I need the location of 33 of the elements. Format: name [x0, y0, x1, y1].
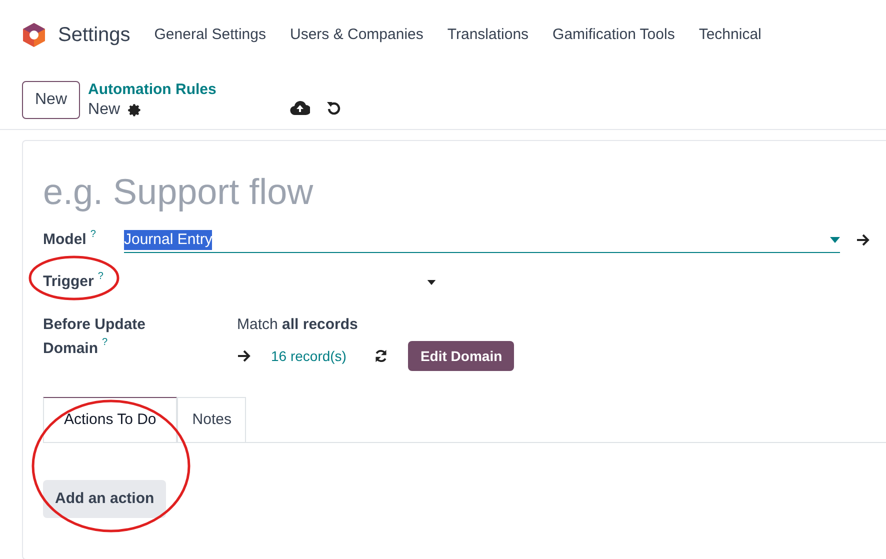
nav-menu-item[interactable]: Gamification Tools	[552, 24, 675, 46]
undo-icon[interactable]	[326, 100, 342, 116]
logo-icon	[22, 22, 46, 48]
help-tooltip-mark[interactable]: ?	[90, 228, 96, 241]
dropdown-caret-icon	[830, 236, 840, 242]
cloud-upload-icon[interactable]	[290, 100, 310, 116]
field-label: Before Update	[43, 315, 146, 335]
model-select-field[interactable]: Journal Entry	[124, 227, 840, 253]
new-button[interactable]: New	[22, 80, 80, 118]
form-tab[interactable]: Notes	[177, 397, 246, 442]
selected-model-text: Journal Entry	[124, 230, 212, 250]
help-tooltip-mark[interactable]: ?	[98, 270, 104, 283]
arrow-right-icon	[237, 350, 251, 362]
nav-menu-item[interactable]: Translations	[447, 24, 529, 46]
field-label: Domain	[43, 339, 98, 359]
edit-domain-button[interactable]: Edit Domain	[408, 341, 514, 371]
nav-menu-item[interactable]: Users & Companies	[290, 24, 424, 46]
settings-icon[interactable]	[128, 102, 142, 116]
add-action-button[interactable]: Add an action	[43, 480, 166, 518]
form-tab[interactable]: Actions To Do	[43, 397, 178, 442]
field-label: Trigger	[43, 272, 94, 292]
breadcrumb-link[interactable]: Automation Rules	[88, 80, 216, 100]
record-count-link[interactable]: 16 record(s)	[271, 346, 346, 366]
nav-menu-item[interactable]: General Settings	[154, 24, 266, 46]
help-tooltip-mark[interactable]: ?	[102, 337, 108, 349]
domain-summary: Match all records	[237, 315, 359, 335]
arrow-right-icon[interactable]	[856, 234, 870, 246]
refresh-icon[interactable]	[374, 349, 388, 363]
record-name: New	[88, 100, 120, 120]
dropdown-caret-icon	[427, 280, 436, 284]
app-title[interactable]: Settings	[58, 20, 130, 50]
field-label: Model	[43, 230, 86, 250]
nav-menu-item[interactable]: Technical	[698, 24, 762, 46]
